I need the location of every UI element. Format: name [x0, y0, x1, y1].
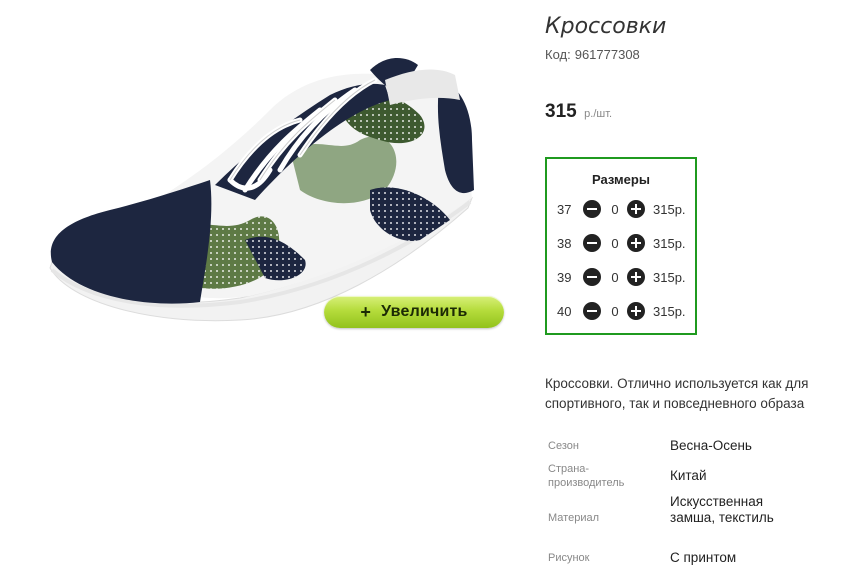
- plus-icon[interactable]: [627, 302, 645, 320]
- size-price: 315р.: [653, 202, 686, 217]
- zoom-button-label: Увеличить: [381, 303, 468, 320]
- minus-icon[interactable]: [583, 200, 601, 218]
- spec-label: Страна-производитель: [548, 463, 625, 489]
- product-price: 315 р./шт.: [545, 101, 612, 123]
- price-unit: р./шт.: [584, 108, 613, 120]
- price-value: 315: [545, 101, 577, 122]
- plus-icon[interactable]: [627, 200, 645, 218]
- size-row: 40 0 315р.: [547, 301, 695, 323]
- zoom-button[interactable]: + Увеличить: [324, 296, 504, 328]
- size-price: 315р.: [653, 236, 686, 251]
- size-quantity: 0: [611, 270, 619, 285]
- plus-icon[interactable]: [627, 268, 645, 286]
- product-code-label: Код:: [545, 47, 571, 62]
- spec-label: Материал: [548, 512, 599, 524]
- spec-value: Китай: [670, 468, 707, 483]
- minus-icon[interactable]: [583, 302, 601, 320]
- size-quantity: 0: [611, 202, 619, 217]
- plus-icon: +: [360, 301, 372, 322]
- spec-value: Искусственная замша, текстиль: [670, 494, 774, 525]
- minus-icon[interactable]: [583, 268, 601, 286]
- spec-value: С принтом: [670, 550, 737, 565]
- spec-value: Весна-Осень: [670, 438, 752, 453]
- size-row: 39 0 315р.: [547, 267, 695, 289]
- product-code: Код: 961777308: [545, 47, 640, 62]
- size-row: 38 0 315р.: [547, 233, 695, 255]
- size-label: 40: [557, 304, 572, 319]
- product-image[interactable]: [40, 40, 510, 340]
- product-description: Кроссовки. Отлично используется как для …: [545, 376, 809, 411]
- size-label: 37: [557, 202, 572, 217]
- size-label: 38: [557, 236, 572, 251]
- size-label: 39: [557, 270, 572, 285]
- size-price: 315р.: [653, 270, 686, 285]
- size-row: 37 0 315р.: [547, 199, 695, 221]
- minus-icon[interactable]: [583, 234, 601, 252]
- sizes-title: Размеры: [592, 172, 650, 187]
- product-code-value: 961777308: [574, 47, 640, 62]
- plus-icon[interactable]: [627, 234, 645, 252]
- size-price: 315р.: [653, 304, 686, 319]
- sizes-panel: Размеры 37 0 315р. 38 0 315р. 39 0 315р.…: [545, 157, 697, 335]
- product-title: Кроссовки: [545, 14, 667, 39]
- size-quantity: 0: [611, 236, 619, 251]
- spec-label: Рисунок: [548, 552, 590, 564]
- sneaker-image: [49, 58, 474, 322]
- spec-label: Сезон: [548, 440, 579, 452]
- size-quantity: 0: [611, 304, 619, 319]
